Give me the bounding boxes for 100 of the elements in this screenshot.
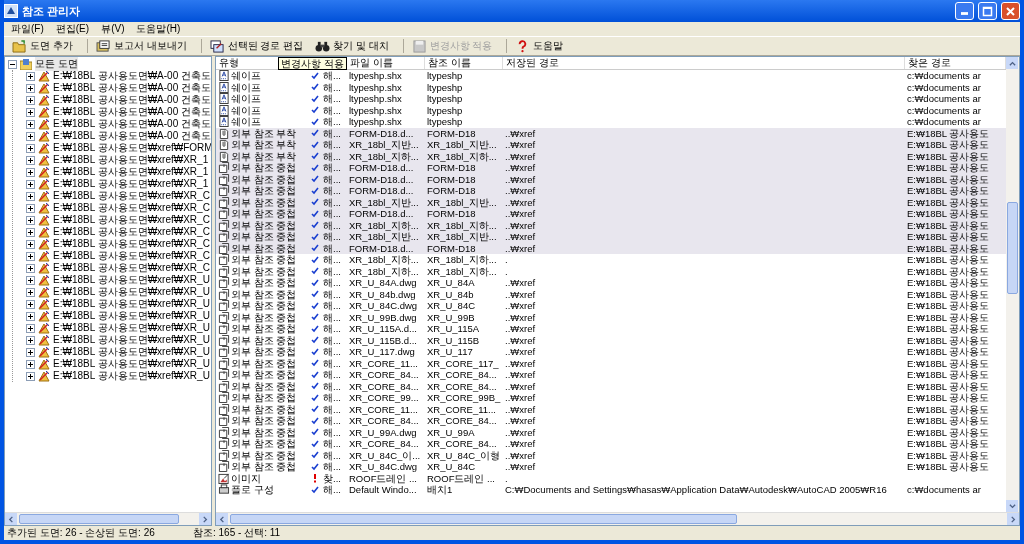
table-row[interactable]: 쉐이프 해... ltypeshp.shx ltypeshp c:₩documents ar	[216, 81, 1006, 93]
expand-toggle[interactable]	[26, 359, 35, 369]
scroll-left-button[interactable]	[216, 513, 228, 525]
table-row[interactable]: 외부 참조 부착 해... XR_18bl_지반... XR_18bl_지반... ..₩xref E:₩18BL 공사용도	[216, 139, 1006, 151]
tree-item[interactable]: E:₩18BL 공사용도면₩xref₩XR_U	[53, 333, 210, 347]
table-row[interactable]: 외부 참조 중첩 해... XR_U_84C_이... XR_U_84C_이형 ..₩xref E:₩18BL 공사용도	[216, 449, 1006, 461]
table-row[interactable]: 외부 참조 중첩 해... XR_CORE_84... XR_CORE_84... ..₩xref E:₩18BL 공사용도	[216, 415, 1006, 427]
expand-toggle[interactable]	[26, 83, 35, 93]
tree-item[interactable]: E:₩18BL 공사용도면₩xref₩XR_C	[53, 189, 210, 203]
expand-toggle[interactable]	[26, 191, 35, 201]
table-row[interactable]: 외부 참조 중첩 해... XR_U_99B.dwg XR_U_99B ..₩xref E:₩18BL 공사용도	[216, 311, 1006, 323]
tree-item[interactable]: E:₩18BL 공사용도면₩xref₩XR_C	[53, 213, 210, 227]
tree-item[interactable]: E:₩18BL 공사용도면₩xref₩XR_U	[53, 369, 210, 383]
tree-item[interactable]: E:₩18BL 공사용도면₩A-00 건축도	[53, 129, 211, 143]
expand-toggle[interactable]	[26, 167, 35, 177]
minimize-button[interactable]	[955, 2, 974, 20]
scrollbar-thumb[interactable]	[230, 514, 737, 524]
expand-toggle[interactable]	[26, 347, 35, 357]
tree-item[interactable]: E:₩18BL 공사용도면₩xref₩XR_U	[53, 297, 210, 311]
table-row[interactable]: 외부 참조 중첩 해... XR_CORE_84... XR_CORE_84... ..₩xref E:₩18BL 공사용도	[216, 369, 1006, 381]
expand-toggle[interactable]	[26, 287, 35, 297]
scroll-left-button[interactable]	[5, 513, 17, 525]
table-row[interactable]: 외부 참조 중첩 해... XR_U_117.dwg XR_U_117 ..₩xref E:₩18BL 공사용도	[216, 346, 1006, 358]
table-row[interactable]: 외부 참조 중첩 해... FORM-D18.d... FORM-D18 ..₩xref E:₩18BL 공사용도	[216, 185, 1006, 197]
table-row[interactable]: 외부 참조 중첩 해... XR_CORE_11... XR_CORE_11... ..₩xref E:₩18BL 공사용도	[216, 403, 1006, 415]
tree-item[interactable]: E:₩18BL 공사용도면₩xref₩XR_C	[53, 237, 210, 251]
scrollbar-thumb[interactable]	[1007, 202, 1018, 294]
table-row[interactable]: 외부 참조 중첩 해... XR_18bl_지반... XR_18bl_지반... ..₩xref E:₩18BL 공사용도	[216, 231, 1006, 243]
table-row[interactable]: 외부 참조 중첩 해... XR_U_99A.dwg XR_U_99A ..₩xref E:₩18BL 공사용도	[216, 426, 1006, 438]
tree-item[interactable]: E:₩18BL 공사용도면₩xref₩XR_C	[53, 225, 210, 239]
menu-item[interactable]: 파일(F)	[6, 22, 49, 36]
menu-item[interactable]: 도움말(H)	[131, 22, 186, 36]
scroll-right-button[interactable]	[199, 513, 211, 525]
tree-item[interactable]: E:₩18BL 공사용도면₩xref₩XR_1	[53, 165, 209, 179]
toolbar-button[interactable]: 찾기 및 대치	[313, 38, 397, 54]
expand-toggle[interactable]	[26, 155, 35, 165]
tree-item[interactable]: E:₩18BL 공사용도면₩A-00 건축도	[53, 81, 211, 95]
expand-toggle[interactable]	[26, 371, 35, 381]
expand-toggle[interactable]	[26, 119, 35, 129]
table-row[interactable]: 외부 참조 중첩 해... XR_CORE_11... XR_CORE_117_ ..₩xref E:₩18BL 공사용도	[216, 357, 1006, 369]
toolbar-button[interactable]: 보고서 내보내기	[93, 38, 195, 54]
table-row[interactable]: 외부 참조 중첩 해... XR_18bl_지하... XR_18bl_지하... . E:₩18BL 공사용도	[216, 265, 1006, 277]
scrollbar-thumb[interactable]	[19, 514, 179, 524]
table-row[interactable]: 외부 참조 중첩 해... XR_U_84C.dwg XR_U_84C ..₩xref E:₩18BL 공사용도	[216, 300, 1006, 312]
table-row[interactable]: 외부 참조 중첩 해... XR_U_115B.d... XR_U_115B ..₩xref E:₩18BL 공사용도	[216, 334, 1006, 346]
tree-item[interactable]: E:₩18BL 공사용도면₩A-00 건축도	[53, 117, 211, 131]
table-row[interactable]: 외부 참조 부착 해... FORM-D18.d... FORM-D18 ..₩xref E:₩18BL 공사용도	[216, 127, 1006, 139]
tree-item[interactable]: E:₩18BL 공사용도면₩A-00 건축도	[53, 105, 211, 119]
scroll-up-button[interactable]	[1006, 57, 1018, 69]
table-row[interactable]: 플로 구성 해... Default Windo... 배치1 C:₩Documents and Settings₩hasas₩Application Data₩Autodesk₩AutoCAD 2005₩R16 c:₩documents ar	[216, 484, 1006, 496]
tree-item[interactable]: E:₩18BL 공사용도면₩xref₩XR_C	[53, 201, 210, 215]
expand-toggle[interactable]	[26, 263, 35, 273]
table-row[interactable]: 외부 참조 중첩 해... XR_18bl_지하... XR_18bl_지하... . E:₩18BL 공사용도	[216, 254, 1006, 266]
expand-toggle[interactable]	[26, 251, 35, 261]
table-row[interactable]: 쉐이프 해... ltypeshp.shx ltypeshp c:₩documents ar	[216, 70, 1006, 82]
table-row[interactable]: 외부 참조 중첩 해... XR_CORE_84... XR_CORE_84... ..₩xref E:₩18BL 공사용도	[216, 438, 1006, 450]
table-row[interactable]: 외부 참조 중첩 해... XR_U_115A.d... XR_U_115A ..₩xref E:₩18BL 공사용도	[216, 323, 1006, 335]
toolbar-button[interactable]: 도면 추가	[10, 38, 81, 54]
close-button[interactable]	[1001, 2, 1020, 20]
expand-toggle[interactable]	[26, 323, 35, 333]
expand-toggle[interactable]	[26, 143, 35, 153]
table-row[interactable]: 외부 참조 중첩 해... XR_CORE_84... XR_CORE_84... ..₩xref E:₩18BL 공사용도	[216, 380, 1006, 392]
table-row[interactable]: 외부 참조 중첩 해... XR_CORE_99... XR_CORE_99B_ ..₩xref E:₩18BL 공사용도	[216, 392, 1006, 404]
maximize-button[interactable]	[978, 2, 997, 20]
tree-item[interactable]: E:₩18BL 공사용도면₩xref₩FORM	[53, 141, 211, 155]
tree-item[interactable]: E:₩18BL 공사용도면₩xref₩XR_U	[53, 357, 210, 371]
scroll-right-button[interactable]	[1007, 513, 1019, 525]
table-row[interactable]: 이미지 찾... ROOF드레인 ... ROOF드레인 ... .	[216, 472, 1006, 484]
tree-item[interactable]: E:₩18BL 공사용도면₩xref₩XR_U	[53, 321, 210, 335]
toolbar-button[interactable]: 도움말	[513, 38, 572, 54]
tree-item[interactable]: E:₩18BL 공사용도면₩xref₩XR_1	[53, 177, 209, 191]
expand-toggle[interactable]	[26, 275, 35, 285]
tree-item[interactable]: 모든 도면	[35, 57, 78, 71]
expand-toggle[interactable]	[26, 71, 35, 81]
table-row[interactable]: 쉐이프 해... ltypeshp.shx ltypeshp c:₩documents ar	[216, 93, 1006, 105]
tree-item[interactable]: E:₩18BL 공사용도면₩A-00 건축도	[53, 93, 211, 107]
expand-toggle[interactable]	[26, 239, 35, 249]
expand-toggle[interactable]	[26, 299, 35, 309]
tree-item[interactable]: E:₩18BL 공사용도면₩xref₩XR_C	[53, 249, 210, 263]
column-header[interactable]: 저장된 경로	[503, 57, 905, 69]
tree-item[interactable]: E:₩18BL 공사용도면₩xref₩XR_U	[53, 285, 210, 299]
expand-toggle[interactable]	[26, 107, 35, 117]
tree-item[interactable]: E:₩18BL 공사용도면₩xref₩XR_C	[53, 261, 210, 275]
expand-toggle[interactable]	[26, 227, 35, 237]
expand-toggle[interactable]	[26, 131, 35, 141]
tree-item[interactable]: E:₩18BL 공사용도면₩xref₩XR_U	[53, 309, 210, 323]
menu-item[interactable]: 뷰(V)	[96, 22, 130, 36]
expand-toggle[interactable]	[26, 215, 35, 225]
toolbar-button[interactable]: 선택된 경로 편집	[207, 38, 312, 54]
expand-toggle[interactable]	[26, 335, 35, 345]
column-header[interactable]: 참조 이름	[425, 57, 503, 69]
expand-toggle[interactable]	[26, 311, 35, 321]
tree-item[interactable]: E:₩18BL 공사용도면₩xref₩XR_1	[53, 153, 209, 167]
table-row[interactable]: 외부 참조 중첩 해... XR_U_84A.dwg XR_U_84A ..₩xref E:₩18BL 공사용도	[216, 277, 1006, 289]
tree-item[interactable]: E:₩18BL 공사용도면₩A-00 건축도	[53, 69, 211, 83]
expand-toggle[interactable]	[26, 179, 35, 189]
scroll-down-button[interactable]	[1006, 500, 1018, 512]
menu-item[interactable]: 편집(E)	[50, 22, 95, 36]
table-row[interactable]: 외부 참조 중첩 해... XR_U_84C.dwg XR_U_84C ..₩xref E:₩18BL 공사용도	[216, 461, 1006, 473]
table-row[interactable]: 쉐이프 해... ltypeshp.shx ltypeshp c:₩documents ar	[216, 104, 1006, 116]
